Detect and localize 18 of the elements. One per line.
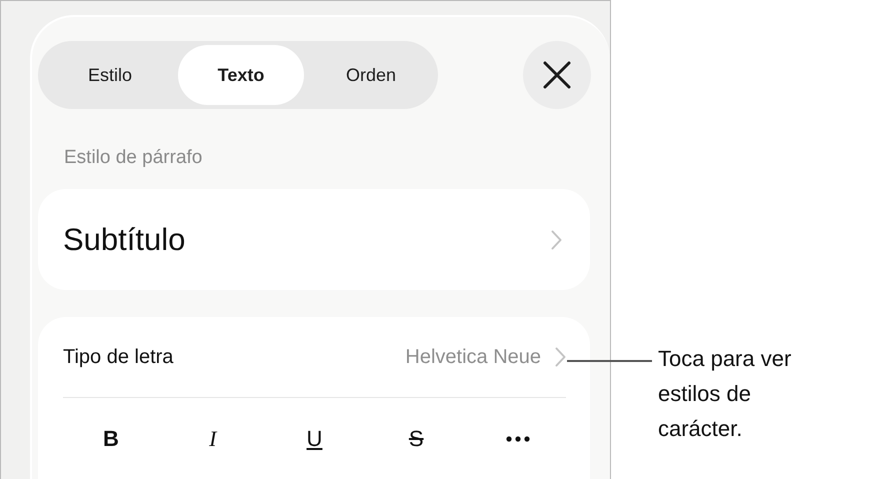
font-row[interactable]: Tipo de letra Helvetica Neue [63,317,566,398]
strikethrough-button[interactable]: S [396,419,436,459]
section-title: Estilo de párrafo [64,147,202,169]
tab[interactable]: Orden [304,45,438,105]
chevron-right-icon [555,347,566,367]
close-icon [543,61,571,89]
paragraph-style-button[interactable]: Subtítulo [38,189,590,290]
bold-button[interactable]: B [91,419,131,459]
tab[interactable]: Texto [178,45,304,105]
underline-button[interactable]: U [294,419,334,459]
chevron-right-icon [551,230,562,250]
font-label: Tipo de letra [63,346,174,368]
callout-text: Toca para ver estilos de carácter. [658,345,792,443]
ellipsis-icon [506,436,530,442]
font-value: Helvetica Neue [405,346,541,368]
tab[interactable]: Estilo [42,45,178,105]
paragraph-style-value: Subtítulo [63,222,186,258]
italic-button[interactable]: I [192,419,233,459]
